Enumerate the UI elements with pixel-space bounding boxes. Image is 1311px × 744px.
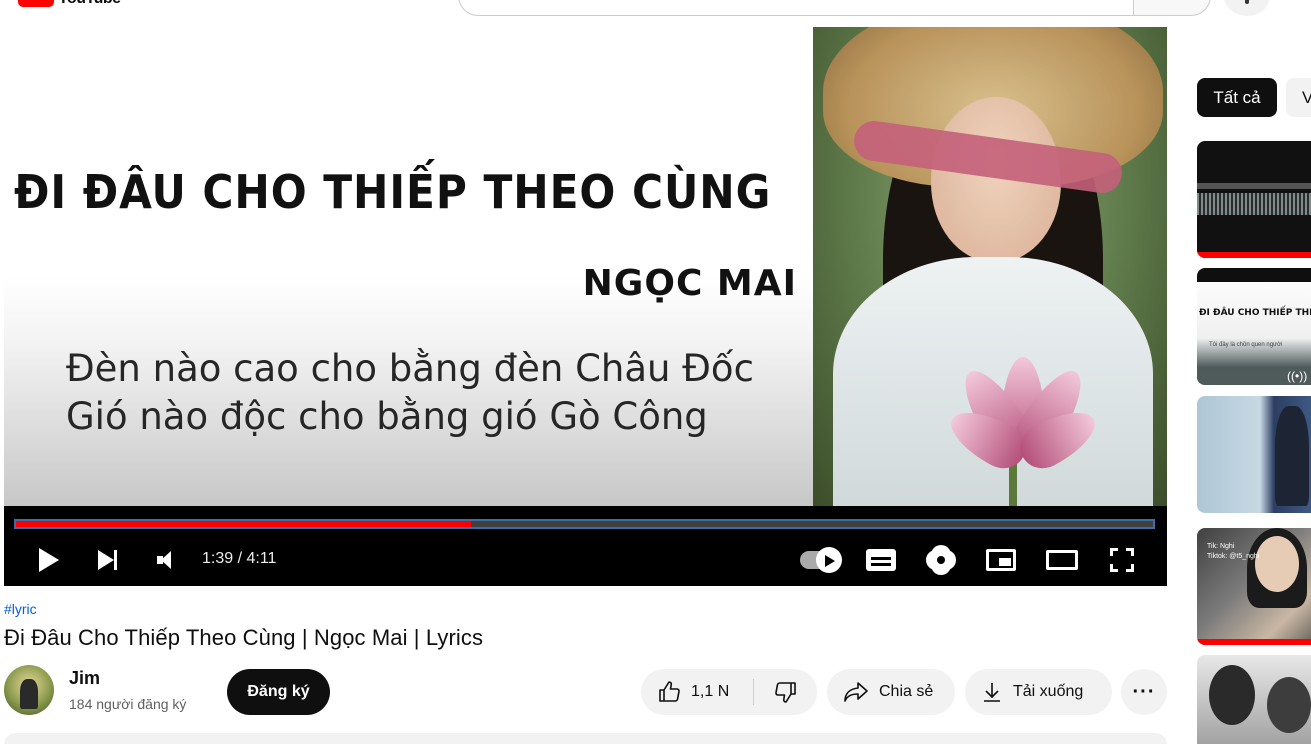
recommended-thumb-title: ĐI ĐÂU CHO THIẾP THEO: [1199, 308, 1311, 318]
download-icon: [984, 683, 1000, 702]
share-button[interactable]: Chia sẻ: [827, 669, 955, 715]
recommended-thumbnail[interactable]: ĐI ĐÂU CHO THIẾP THEO Tôi đây là chồn qu…: [1197, 268, 1311, 385]
video-frame-portrait: [813, 27, 1167, 506]
youtube-logo-icon: [18, 0, 54, 7]
video-frame-title: ĐI ĐÂU CHO THIẾP THEO CÙNG: [14, 165, 772, 219]
autoplay-toggle[interactable]: [796, 533, 844, 586]
person-silhouette: [1209, 665, 1255, 725]
captions-button[interactable]: [864, 533, 898, 586]
watched-progress: [1197, 639, 1311, 645]
settings-button[interactable]: [926, 533, 956, 586]
dislike-button[interactable]: [754, 669, 817, 715]
volume-icon: [157, 550, 171, 569]
hashtag-link[interactable]: #lyric: [4, 601, 37, 617]
thumbnail-top-band: [1197, 268, 1311, 282]
video-frame-lyrics: Đèn nào cao cho bằng đèn Châu Đốc Gió nà…: [66, 345, 754, 441]
subscribe-button[interactable]: Đăng ký: [227, 669, 330, 715]
player-controls: 1:39 / 4:11: [4, 533, 1167, 586]
chip-related[interactable]: V: [1286, 78, 1311, 117]
video-title: Đi Đâu Cho Thiếp Theo Cùng | Ngọc Mai | …: [4, 625, 484, 650]
fullscreen-icon: [1110, 547, 1134, 572]
recommended-thumbnail[interactable]: [1197, 655, 1311, 744]
recommended-thumbnail[interactable]: [1197, 141, 1311, 258]
like-dislike-group: 1,1 N: [641, 669, 817, 715]
theater-icon: [1046, 549, 1078, 570]
miniplayer-icon: [986, 548, 1016, 571]
lyric-line: Gió nào độc cho bằng gió Gò Công: [66, 395, 708, 438]
subscriber-count: 184 người đăng ký: [69, 696, 187, 712]
youtube-logo[interactable]: YouTube: [18, 0, 121, 8]
microphone-icon: [1245, 0, 1249, 4]
recommended-thumbnail[interactable]: [1197, 396, 1311, 513]
more-actions-button[interactable]: ···: [1121, 669, 1167, 715]
waveform-graphic: [1197, 193, 1311, 215]
video-player[interactable]: ĐI ĐÂU CHO THIẾP THEO CÙNG NGỌC MAI Đèn …: [4, 27, 1167, 586]
search-button[interactable]: [1133, 0, 1211, 16]
video-frame-artist: NGỌC MAI: [582, 263, 797, 304]
thumbs-down-icon: [774, 682, 796, 703]
thumbs-up-icon: [659, 681, 680, 702]
recommended-thumb-caption: Tik: Nghi Tiktok: @t5_nghi: [1207, 543, 1260, 560]
chip-all[interactable]: Tất cả: [1197, 78, 1277, 117]
theater-mode-button[interactable]: [1044, 533, 1080, 586]
next-icon: [97, 549, 117, 570]
download-label: Tải xuống: [1013, 683, 1084, 700]
like-count: 1,1 N: [691, 683, 730, 700]
voice-search-button[interactable]: [1224, 0, 1270, 16]
time-display: 1:39 / 4:11: [202, 550, 277, 567]
play-icon: [39, 547, 59, 572]
more-icon: ···: [1132, 680, 1156, 703]
fullscreen-button[interactable]: [1108, 533, 1136, 586]
mute-button[interactable]: [150, 533, 178, 586]
progress-bar[interactable]: [14, 519, 1155, 529]
performer-figure: [1275, 406, 1309, 506]
video-frame-text-area: ĐI ĐÂU CHO THIẾP THEO CÙNG NGỌC MAI Đèn …: [4, 27, 813, 506]
lotus-flower: [942, 347, 1104, 477]
person-silhouette: [1267, 677, 1311, 733]
settings-icon: [929, 547, 953, 572]
live-radio-icon: ((•)): [1287, 369, 1308, 383]
waveform-strip: [1197, 183, 1311, 189]
like-button[interactable]: 1,1 N: [641, 669, 753, 715]
channel-name[interactable]: Jim: [69, 668, 100, 689]
recommended-thumbnail[interactable]: Tik: Nghi Tiktok: @t5_nghi: [1197, 528, 1311, 645]
share-label: Chia sẻ: [879, 683, 934, 700]
portrait-face: [1255, 536, 1299, 592]
download-button[interactable]: Tải xuống: [965, 669, 1112, 715]
top-bar: YouTube: [0, 0, 1311, 20]
lyric-line: Đèn nào cao cho bằng đèn Châu Đốc: [66, 347, 754, 390]
description-box[interactable]: [4, 733, 1167, 744]
play-button[interactable]: [34, 533, 64, 586]
share-icon: [844, 682, 868, 702]
watched-progress: [1197, 252, 1311, 258]
miniplayer-button[interactable]: [984, 533, 1018, 586]
captions-icon: [866, 548, 896, 571]
next-button[interactable]: [92, 533, 122, 586]
channel-avatar[interactable]: [4, 665, 54, 715]
search-input[interactable]: [458, 0, 1134, 16]
autoplay-icon: [800, 546, 842, 573]
logo-text: YouTube: [58, 0, 121, 8]
recommended-thumb-caption: Tôi đây là chồn quen người: [1209, 342, 1283, 348]
progress-bar-played: [16, 521, 471, 527]
